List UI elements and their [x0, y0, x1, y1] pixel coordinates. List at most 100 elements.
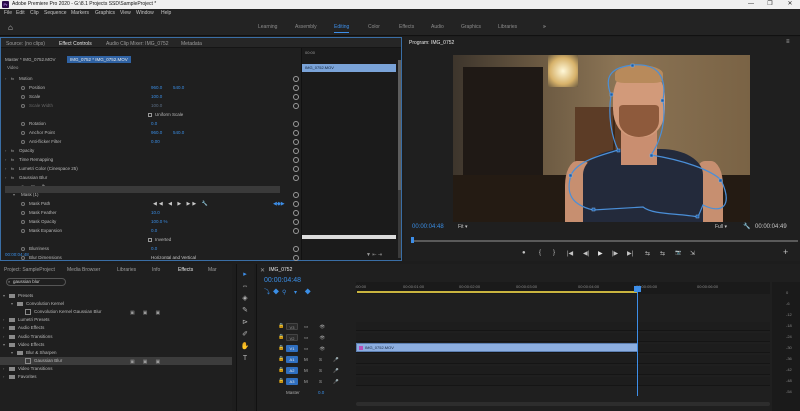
- timeline-timecode[interactable]: 00:00:04:48: [264, 277, 301, 284]
- track-lock-icon[interactable]: 🔒: [278, 333, 284, 342]
- reset-parameter-icon[interactable]: [293, 130, 299, 136]
- expand-chevron-icon[interactable]: ›: [5, 75, 6, 83]
- ec-row-value[interactable]: Horizontal and Vertical: [151, 254, 196, 262]
- workspace-graphics[interactable]: Graphics: [461, 24, 481, 30]
- ec-row-mask-path[interactable]: Mask Path ◀◀ ◀ ▶ ▶▶ 🔧 ◀◆▶: [1, 200, 299, 208]
- slip-tool-icon[interactable]: ⊳: [240, 318, 250, 328]
- tab-libraries[interactable]: Libraries: [117, 267, 136, 273]
- expand-chevron-icon[interactable]: ›: [3, 333, 4, 341]
- track-lane-a3[interactable]: [356, 377, 770, 386]
- track-target-label[interactable]: V3: [286, 323, 298, 330]
- tab-sequence[interactable]: IMG_0752: [269, 267, 292, 273]
- menu-markers[interactable]: Markers: [71, 10, 89, 16]
- effects-tree-item[interactable]: ▾ Convolution Kernel: [0, 300, 232, 308]
- track-target-label[interactable]: V2: [286, 334, 298, 341]
- tab-media-browser[interactable]: Media Browser: [67, 267, 100, 273]
- expand-chevron-icon[interactable]: ›: [3, 324, 4, 332]
- reset-parameter-icon[interactable]: [293, 228, 299, 234]
- home-icon[interactable]: ⌂: [8, 23, 13, 32]
- ec-row-value[interactable]: 960.0: [151, 129, 162, 137]
- panel-menu-icon[interactable]: ≡: [786, 39, 790, 45]
- stopwatch-icon[interactable]: [21, 140, 25, 144]
- ec-row-gaussian-blur[interactable]: › fx Gaussian Blur: [1, 174, 299, 182]
- reset-parameter-icon[interactable]: [293, 157, 299, 163]
- ec-row-value[interactable]: 0.0: [151, 227, 157, 235]
- expand-chevron-icon[interactable]: ›: [5, 147, 6, 155]
- type-tool-icon[interactable]: T: [240, 354, 250, 364]
- master-clip-label[interactable]: Master * IMG_0752.MOV: [5, 57, 56, 62]
- pen-tool-icon[interactable]: ✐: [240, 330, 250, 340]
- reset-parameter-icon[interactable]: [293, 148, 299, 154]
- collapse-chevron-icon[interactable]: ▾: [11, 349, 13, 357]
- fx-icon[interactable]: fx: [11, 165, 14, 173]
- track-mute-solo-icon[interactable]: M S 🎤: [304, 366, 344, 375]
- timeline-clip[interactable]: IMG_0752.MOV: [356, 343, 638, 352]
- stopwatch-icon[interactable]: [21, 202, 25, 206]
- ripple-edit-tool-icon[interactable]: ◈: [240, 294, 250, 304]
- stopwatch-icon[interactable]: [21, 122, 25, 126]
- track-lock-icon[interactable]: 🔒: [278, 355, 284, 364]
- reset-parameter-icon[interactable]: [293, 201, 299, 207]
- expand-chevron-icon[interactable]: ›: [3, 365, 4, 373]
- ec-row-anchor-point[interactable]: Anchor Point 960.0 540.0: [1, 129, 299, 137]
- workspace-learning[interactable]: Learning: [258, 24, 277, 30]
- stopwatch-icon[interactable]: [21, 247, 25, 251]
- tab-effects[interactable]: Effects: [178, 267, 193, 273]
- tab-effect-controls[interactable]: Effect Controls: [59, 41, 92, 47]
- track-header-a3[interactable]: 🔒 A3 M S 🎤: [258, 377, 354, 386]
- filter-icon[interactable]: ▼ ⇤ ⇥: [366, 252, 382, 258]
- go-to-in-button[interactable]: |◀: [567, 250, 573, 257]
- reset-parameter-icon[interactable]: [293, 192, 299, 198]
- reset-parameter-icon[interactable]: [293, 246, 299, 252]
- workspace-effects[interactable]: Effects: [399, 24, 414, 30]
- expand-chevron-icon[interactable]: ›: [3, 316, 4, 324]
- master-track-value[interactable]: 0.0: [318, 390, 324, 395]
- program-monitor-title[interactable]: Program: IMG_0752: [409, 40, 454, 46]
- track-header-a2[interactable]: 🔒 A2 M S 🎤: [258, 366, 354, 375]
- ec-row-anti-flicker-filter[interactable]: Anti-flicker Filter 0.00: [1, 138, 299, 146]
- track-lock-icon[interactable]: 🔒: [278, 366, 284, 375]
- fx-icon[interactable]: fx: [11, 156, 14, 164]
- checkbox[interactable]: [148, 238, 152, 242]
- comparison-view-button[interactable]: ⇲: [690, 250, 695, 257]
- effects-tree-item[interactable]: › Favorites: [0, 373, 232, 381]
- reset-parameter-icon[interactable]: [293, 94, 299, 100]
- track-target-label[interactable]: V1: [286, 345, 298, 352]
- collapse-chevron-icon[interactable]: ▾: [3, 341, 5, 349]
- expand-chevron-icon[interactable]: ›: [5, 174, 6, 182]
- video-frame[interactable]: [453, 55, 750, 222]
- program-timecode[interactable]: 00:00:04:48: [412, 224, 444, 230]
- ec-scrollbar[interactable]: [398, 60, 401, 258]
- reset-parameter-icon[interactable]: [293, 139, 299, 145]
- step-forward-button[interactable]: |▶: [612, 250, 618, 257]
- tab-markers[interactable]: Mar: [208, 267, 217, 273]
- ec-mask-keyframe-track[interactable]: [302, 235, 396, 239]
- reset-parameter-icon[interactable]: [293, 219, 299, 225]
- stopwatch-icon[interactable]: [21, 95, 25, 99]
- reset-parameter-icon[interactable]: [293, 210, 299, 216]
- program-playhead[interactable]: [411, 237, 414, 243]
- effects-tree-item[interactable]: Convolution Kernel Gaussian Blur ▣▣▣: [0, 308, 232, 316]
- ec-row-uniform-scale[interactable]: Uniform Scale: [1, 111, 297, 119]
- workspace-color[interactable]: Color: [368, 24, 380, 30]
- track-mute-solo-icon[interactable]: M S 🎤: [304, 377, 344, 386]
- effects-search-input[interactable]: ⌕ gaussian blur: [6, 278, 66, 286]
- timeline-playhead[interactable]: [634, 286, 641, 292]
- effects-tree-item[interactable]: › Audio Transitions: [0, 333, 232, 341]
- razor-tool-icon[interactable]: ✎: [240, 306, 250, 316]
- lift-button[interactable]: ⇆: [645, 250, 650, 257]
- ec-row-value[interactable]: 960.0: [151, 84, 162, 92]
- ec-row-mask-feather[interactable]: Mask Feather 10.0: [1, 209, 299, 217]
- track-mask-controls[interactable]: ◀◀ ◀ ▶ ▶▶ 🔧: [153, 200, 210, 208]
- ec-row-time-remapping[interactable]: › fx Time Remapping: [1, 156, 299, 164]
- ec-clip-bar[interactable]: IMG_0752.MOV: [302, 64, 396, 72]
- tab-audio-clip-mixer[interactable]: Audio Clip Mixer: IMG_0752: [106, 41, 169, 47]
- reset-parameter-icon[interactable]: [293, 175, 299, 181]
- ec-row-position[interactable]: Position 960.0 540.0: [1, 84, 299, 92]
- zoom-select[interactable]: Fit ▾: [458, 224, 467, 230]
- play-button[interactable]: ▶: [598, 250, 603, 257]
- track-lane-a2[interactable]: [356, 366, 770, 375]
- expand-chevron-icon[interactable]: ›: [5, 156, 6, 164]
- effects-tree-item[interactable]: › Lumetri Presets: [0, 316, 232, 324]
- workspace-audio[interactable]: Audio: [431, 24, 444, 30]
